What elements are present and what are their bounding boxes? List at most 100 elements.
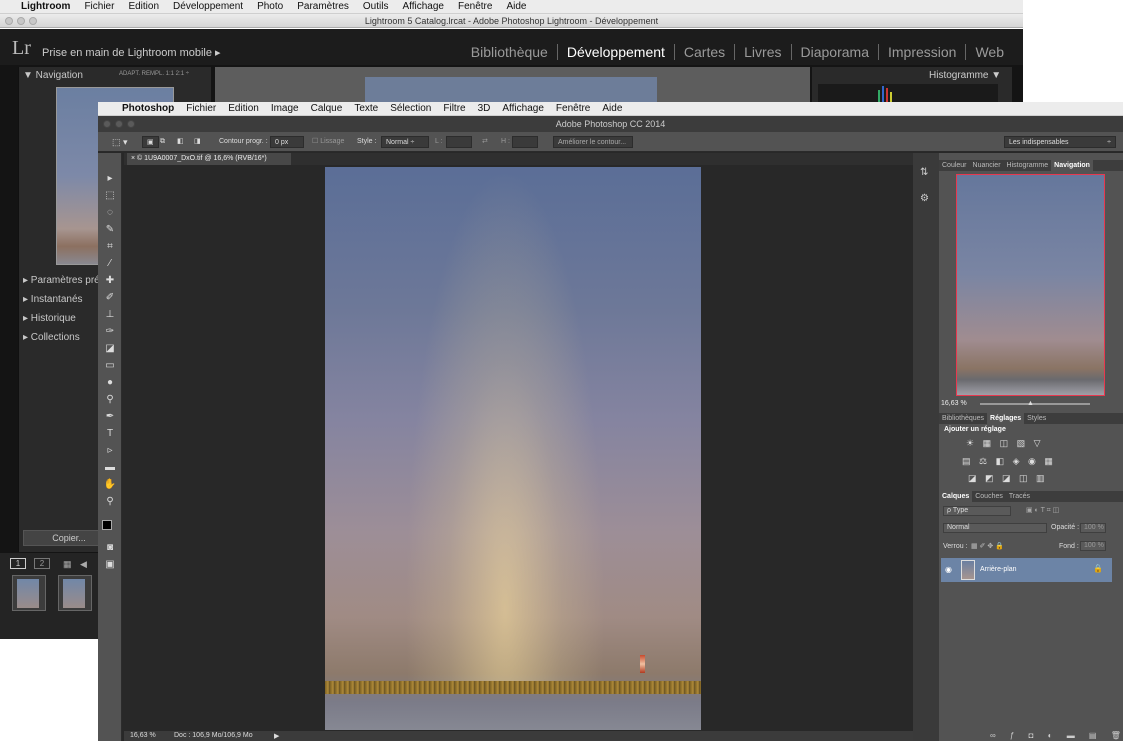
layer-name[interactable]: Arrière-plan — [980, 566, 1017, 573]
ps-menu-filtre[interactable]: Filtre — [437, 103, 471, 114]
lr-menu-photo[interactable]: Photo — [250, 1, 290, 12]
ps-menu-calque[interactable]: Calque — [305, 103, 349, 114]
tab-bibliotheques[interactable]: Bibliothèques — [939, 413, 987, 424]
status-zoom[interactable]: 16,63 % — [130, 732, 156, 739]
adjustment-icons-row-1[interactable]: ☀ ▦ ◫ ▧ ▽ — [966, 438, 1044, 449]
module-diaporama[interactable]: Diaporama — [792, 44, 879, 60]
ps-menu-3d[interactable]: 3D — [472, 103, 497, 114]
healing-brush-icon[interactable]: ✚ — [103, 275, 117, 287]
filmstrip-thumbnail[interactable] — [58, 575, 92, 611]
tab-calques[interactable]: Calques — [939, 491, 973, 502]
quick-selection-icon[interactable]: ✎ — [103, 224, 117, 236]
lr-menu-parametres[interactable]: Paramètres — [290, 1, 356, 12]
adjustment-icons-row-2[interactable]: ▤ ⚖ ◧ ◈ ◉ ▦ — [962, 456, 1056, 467]
lr-menu-aide[interactable]: Aide — [499, 1, 533, 12]
refine-edge-button[interactable]: Améliorer le contour... — [553, 136, 633, 148]
slider-thumb-icon[interactable]: ▲ — [1027, 400, 1034, 407]
lr-navigator-zoom-options[interactable]: ADAPT. REMPL. 1:1 2:1 ÷ — [119, 71, 189, 77]
module-bibliotheque[interactable]: Bibliothèque — [462, 44, 558, 60]
width-input[interactable] — [446, 136, 472, 148]
type-tool-icon[interactable]: T — [103, 428, 117, 440]
tab-traces[interactable]: Tracés — [1006, 491, 1033, 502]
layers-footer-icons[interactable]: ∞ ƒ ◘ ◐ ▬ ▤ 🗑 — [990, 731, 1123, 740]
lr-section-presets[interactable]: ▸ Paramètres pré — [23, 275, 100, 286]
ps-menu-aide[interactable]: Aide — [596, 103, 628, 114]
ps-menu-affichage[interactable]: Affichage — [496, 103, 550, 114]
lr-section-collections[interactable]: ▸ Collections — [23, 332, 80, 343]
navigator-zoom-value[interactable]: 16,63 % — [941, 400, 967, 407]
lasso-tool-icon[interactable]: ◌ — [103, 207, 117, 219]
tab-navigation[interactable]: Navigation — [1051, 160, 1093, 171]
lr-menu-fichier[interactable]: Fichier — [77, 1, 121, 12]
navigator-preview[interactable] — [956, 174, 1105, 396]
blend-mode-select[interactable]: Normal — [943, 523, 1047, 533]
ps-menu-texte[interactable]: Texte — [348, 103, 384, 114]
marquee-tool-icon[interactable]: ⬚ — [103, 190, 117, 202]
history-panel-icon[interactable]: ⇅ — [920, 167, 928, 178]
lr-menu-outils[interactable]: Outils — [356, 1, 396, 12]
zoom-tool-icon[interactable]: ⚲ — [103, 496, 117, 508]
tab-reglages[interactable]: Réglages — [987, 413, 1025, 424]
tab-couleur[interactable]: Couleur — [939, 160, 970, 171]
module-web[interactable]: Web — [966, 44, 1013, 60]
pen-tool-icon[interactable]: ✒ — [103, 411, 117, 423]
eyedropper-icon[interactable]: ⁄ — [103, 258, 117, 270]
lr-section-history[interactable]: ▸ Historique — [23, 313, 76, 324]
antialias-checkbox[interactable]: ☐ Lissage — [312, 136, 344, 148]
marquee-tool-icon[interactable]: ⬚ ▾ — [112, 136, 128, 148]
dodge-icon[interactable]: ⚲ — [103, 394, 117, 406]
module-developpement[interactable]: Développement — [558, 44, 675, 60]
fill-input[interactable]: 100 % — [1080, 541, 1106, 551]
lr-menu-affichage[interactable]: Affichage — [395, 1, 451, 12]
lock-icons[interactable]: ▦ ✐ ✥ 🔒 — [971, 542, 1004, 550]
lr-menu-edition[interactable]: Edition — [121, 1, 166, 12]
ps-menu-edition[interactable]: Edition — [222, 103, 265, 114]
blur-icon[interactable]: ● — [103, 377, 117, 389]
feather-input[interactable]: 0 px — [270, 136, 304, 148]
visibility-eye-icon[interactable]: ◉ — [945, 565, 952, 574]
tab-nuancier[interactable]: Nuancier — [970, 160, 1004, 171]
hand-tool-icon[interactable]: ✋ — [103, 479, 117, 491]
rectangle-tool-icon[interactable]: ▬ — [103, 462, 117, 474]
gradient-icon[interactable]: ▭ — [103, 360, 117, 372]
workspace-select[interactable]: Les indispensables ÷ — [1004, 136, 1116, 148]
zoom-button[interactable] — [29, 17, 37, 25]
back-arrow-icon[interactable]: ◀ — [80, 559, 87, 570]
tab-histogramme[interactable]: Histogramme — [1004, 160, 1052, 171]
layer-lock-icon[interactable]: 🔒 — [1093, 564, 1103, 573]
lr-menu-fenetre[interactable]: Fenêtre — [451, 1, 499, 12]
foreground-color-swatch[interactable] — [102, 520, 112, 530]
swap-icon[interactable]: ⇄ — [482, 136, 488, 148]
style-select[interactable]: Normal ÷ — [381, 136, 429, 148]
add-selection-icon[interactable]: ⧉ — [160, 136, 165, 148]
move-tool-icon[interactable]: ▸ — [103, 173, 117, 185]
close-button[interactable] — [103, 120, 111, 128]
filmstrip-thumbnail[interactable] — [12, 575, 46, 611]
quick-mask-icon[interactable]: ◙ — [103, 542, 117, 554]
lr-menu-developpement[interactable]: Développement — [166, 1, 250, 12]
close-button[interactable] — [5, 17, 13, 25]
filmstrip-page-2[interactable]: 2 — [34, 558, 50, 569]
zoom-button[interactable] — [127, 120, 135, 128]
layer-filter-icons[interactable]: ▣ ◐ T ⌗ ◫ — [1026, 506, 1059, 515]
lr-mobile-link[interactable]: Prise en main de Lightroom mobile ▸ — [42, 46, 221, 59]
intersect-selection-icon[interactable]: ◨ — [194, 136, 201, 148]
screen-mode-icon[interactable]: ▣ — [103, 559, 117, 571]
history-brush-icon[interactable]: ✑ — [103, 326, 117, 338]
brush-tool-icon[interactable]: ✐ — [103, 292, 117, 304]
module-impression[interactable]: Impression — [879, 44, 967, 60]
stamp-tool-icon[interactable]: ⊥ — [103, 309, 117, 321]
lr-app-menu[interactable]: Lightroom — [14, 1, 77, 12]
navigator-zoom-slider[interactable] — [980, 403, 1090, 405]
filmstrip-page-1[interactable]: 1 — [10, 558, 26, 569]
eraser-icon[interactable]: ◪ — [103, 343, 117, 355]
new-selection-icon[interactable]: ▣ — [142, 136, 159, 148]
crop-tool-icon[interactable]: ⌗ — [103, 241, 117, 253]
module-cartes[interactable]: Cartes — [675, 44, 736, 60]
path-selection-icon[interactable]: ▹ — [103, 445, 117, 457]
ps-menu-image[interactable]: Image — [265, 103, 305, 114]
ps-document-tab[interactable]: × © 1U9A0007_DxO.tif @ 16,6% (RVB/16*) — [127, 153, 291, 165]
tab-couches[interactable]: Couches — [972, 491, 1006, 502]
ps-menu-selection[interactable]: Sélection — [384, 103, 437, 114]
properties-panel-icon[interactable]: ⚙ — [920, 193, 929, 204]
